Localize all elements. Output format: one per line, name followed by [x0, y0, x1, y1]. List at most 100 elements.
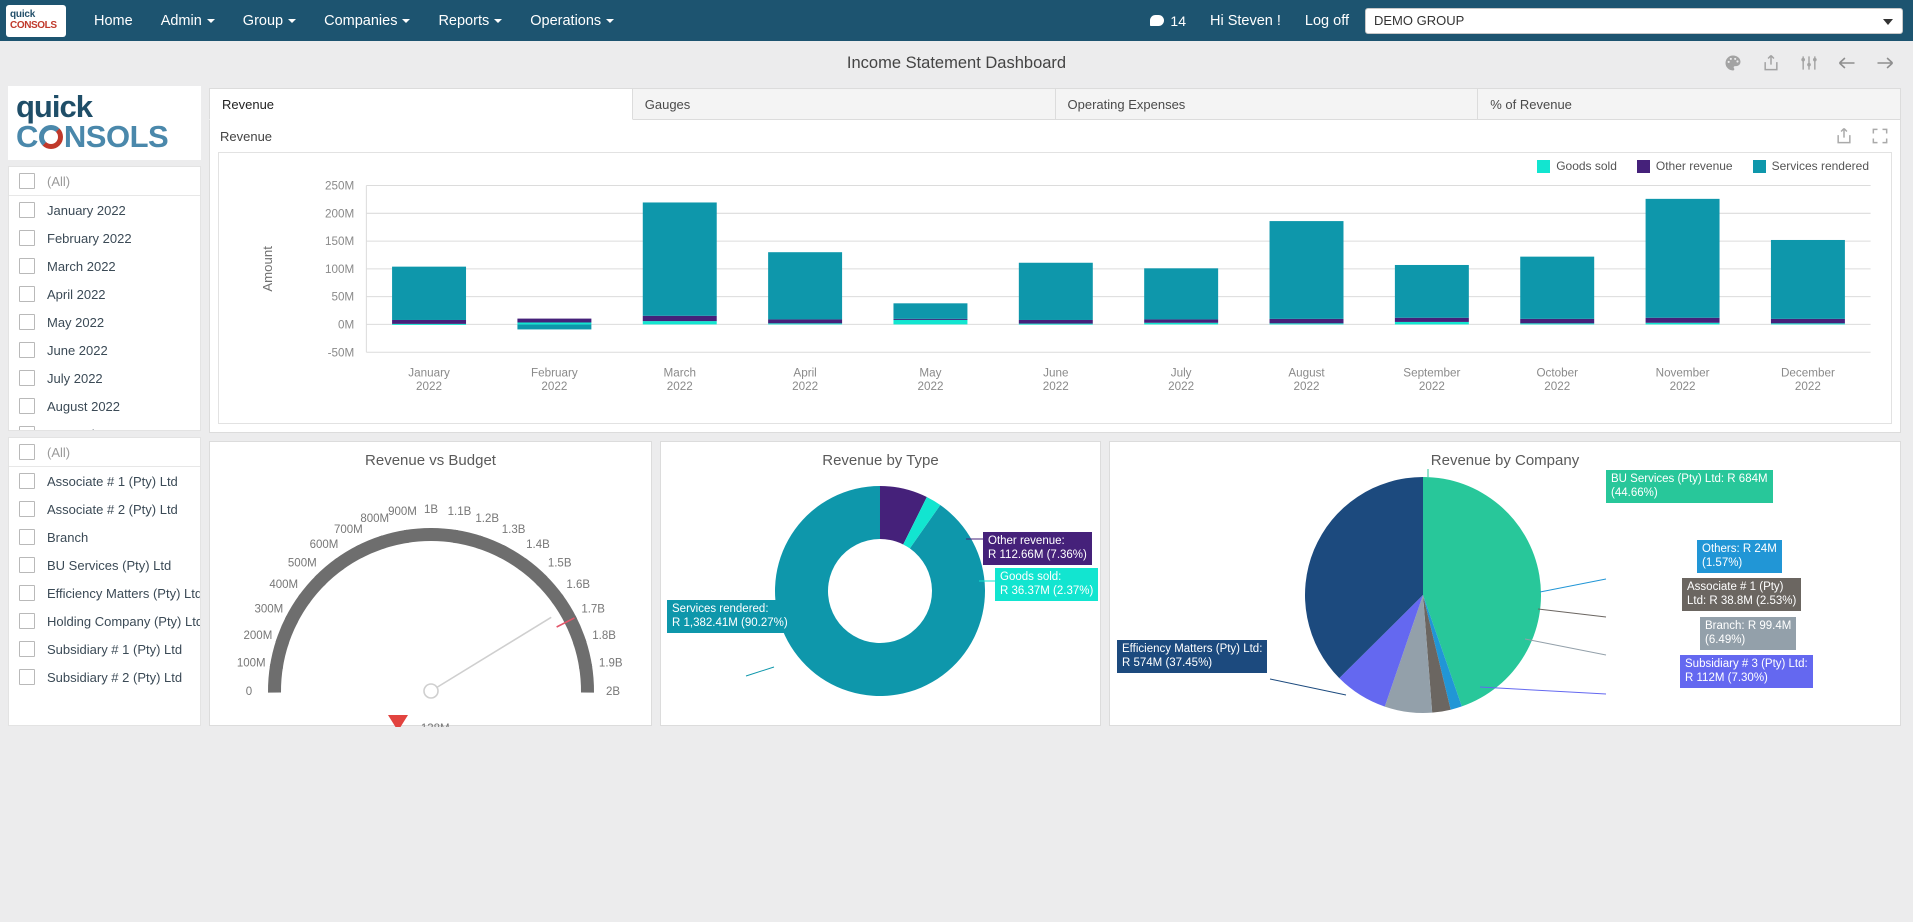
bar-segment[interactable] [517, 322, 592, 325]
company-filter-checkbox[interactable] [19, 473, 35, 489]
brand-logo[interactable]: quick CONSOLS [6, 4, 66, 37]
period-filter-row[interactable]: June 2022 [9, 336, 200, 364]
period-filter-checkbox[interactable] [19, 370, 35, 386]
company-filter-row[interactable]: Associate # 2 (Pty) Ltd [9, 495, 200, 523]
bar-segment[interactable] [392, 323, 467, 325]
period-filter-row[interactable]: March 2022 [9, 252, 200, 280]
palette-icon[interactable] [1723, 53, 1743, 73]
group-select[interactable]: DEMO GROUP [1365, 7, 1903, 34]
period-filter-checkbox[interactable] [19, 258, 35, 274]
company-filter-row[interactable]: BU Services (Pty) Ltd [9, 551, 200, 579]
bar-segment[interactable] [1144, 268, 1219, 320]
company-filter-checkbox[interactable] [19, 529, 35, 545]
period-filter-row[interactable]: August 2022 [9, 392, 200, 420]
bar-segment[interactable] [1645, 198, 1720, 318]
period-filter-checkbox[interactable] [19, 230, 35, 246]
bar-segment[interactable] [392, 319, 467, 324]
bar-segment[interactable] [1269, 221, 1344, 319]
bar-segment[interactable] [893, 318, 968, 320]
company-filter-checkbox[interactable] [19, 557, 35, 573]
company-filter-row[interactable]: Holding Company (Pty) Ltd [9, 607, 200, 635]
navbar-right: 14 Hi Steven ! Log off DEMO GROUP [1138, 7, 1903, 34]
company-filter-row[interactable]: Associate # 1 (Pty) Ltd [9, 467, 200, 495]
bar-segment[interactable] [1394, 321, 1469, 325]
nav-item-companies[interactable]: Companies [310, 3, 424, 39]
nav-item-admin[interactable]: Admin [147, 3, 229, 39]
nav-item-operations[interactable]: Operations [516, 3, 628, 39]
nav-item-group[interactable]: Group [229, 3, 310, 39]
company-filter-row[interactable]: Subsidiary # 2 (Pty) Ltd [9, 663, 200, 691]
bar-segment[interactable] [768, 252, 843, 320]
bar-segment[interactable] [642, 321, 717, 325]
period-filter-row[interactable]: January 2022 [9, 196, 200, 224]
revenue-vs-budget-title: Revenue vs Budget [365, 452, 496, 469]
sliders-icon[interactable] [1799, 53, 1819, 73]
company-filter-row[interactable]: Efficiency Matters (Pty) Ltd [9, 579, 200, 607]
bar-segment[interactable] [1770, 318, 1845, 324]
period-filter-checkbox[interactable] [19, 342, 35, 358]
bar-segment[interactable] [1269, 323, 1344, 325]
chat-icon [1150, 15, 1165, 26]
bar-segment[interactable] [1770, 323, 1845, 325]
arrow-left-icon[interactable] [1837, 53, 1857, 73]
company-filter-row[interactable]: Subsidiary # 1 (Pty) Ltd [9, 635, 200, 663]
nav-item-reports[interactable]: Reports [424, 3, 516, 39]
bar-segment[interactable] [1520, 256, 1595, 319]
company-filter-checkbox[interactable] [19, 444, 35, 460]
period-filter-row[interactable]: February 2022 [9, 224, 200, 252]
period-filter-row[interactable]: July 2022 [9, 364, 200, 392]
bar-segment[interactable] [1269, 318, 1344, 324]
tab-revenue[interactable]: Revenue [209, 88, 633, 120]
bar-segment[interactable] [642, 202, 717, 316]
bar-segment[interactable] [768, 319, 843, 324]
share-icon[interactable] [1834, 126, 1854, 146]
bar-segment[interactable] [642, 315, 717, 322]
bar-segment[interactable] [1394, 317, 1469, 322]
bar-segment[interactable] [1770, 239, 1845, 319]
company-filter-checkbox[interactable] [19, 613, 35, 629]
bar-segment[interactable] [1144, 319, 1219, 323]
bar-segment[interactable] [517, 324, 592, 330]
company-filter-checkbox[interactable] [19, 641, 35, 657]
bar-segment[interactable] [1018, 319, 1093, 324]
company-filter-checkbox[interactable] [19, 585, 35, 601]
bar-segment[interactable] [1018, 323, 1093, 325]
bar-segment[interactable] [1394, 264, 1469, 318]
bar-segment[interactable] [1520, 318, 1595, 324]
messages-indicator[interactable]: 14 [1138, 13, 1198, 29]
bar-segment[interactable] [893, 319, 968, 325]
period-filter-checkbox[interactable] [19, 286, 35, 302]
period-filter-checkbox[interactable] [19, 314, 35, 330]
period-filter-row[interactable]: April 2022 [9, 280, 200, 308]
period-filter-checkbox[interactable] [19, 202, 35, 218]
logoff-link[interactable]: Log off [1293, 13, 1361, 29]
bar-segment[interactable] [1018, 262, 1093, 320]
share-icon[interactable] [1761, 53, 1781, 73]
period-filter-checkbox[interactable] [19, 398, 35, 414]
bar-segment[interactable] [1645, 322, 1720, 325]
bar-segment[interactable] [1520, 323, 1595, 325]
company-filter-row[interactable]: Branch [9, 523, 200, 551]
period-filter-row[interactable]: May 2022 [9, 308, 200, 336]
tab-gauges[interactable]: Gauges [632, 88, 1056, 120]
tab-of-revenue[interactable]: % of Revenue [1478, 88, 1901, 120]
company-filter-checkbox[interactable] [19, 669, 35, 685]
bar-segment[interactable] [517, 318, 592, 323]
period-filter-label: August 2022 [47, 398, 121, 414]
bar-segment[interactable] [768, 323, 843, 325]
company-filter-row[interactable]: (All) [9, 438, 200, 467]
dashboard-tabs: Revenue Gauges Operating Expenses% of Reve… [209, 88, 1901, 120]
arrow-right-icon[interactable] [1875, 53, 1895, 73]
page-header-actions [1723, 53, 1895, 73]
period-filter-row[interactable]: September 2022 [9, 420, 200, 430]
bar-segment[interactable] [1645, 317, 1720, 323]
bar-segment[interactable] [1144, 322, 1219, 325]
period-filter-row[interactable]: (All) [9, 167, 200, 196]
bar-segment[interactable] [392, 266, 467, 320]
tab-operating-expenses[interactable]: Operating Expenses [1055, 88, 1479, 120]
period-filter-checkbox[interactable] [19, 173, 35, 189]
nav-item-home[interactable]: Home [80, 3, 147, 39]
fullscreen-icon[interactable] [1870, 126, 1890, 146]
company-filter-checkbox[interactable] [19, 501, 35, 517]
bar-segment[interactable] [893, 303, 968, 319]
